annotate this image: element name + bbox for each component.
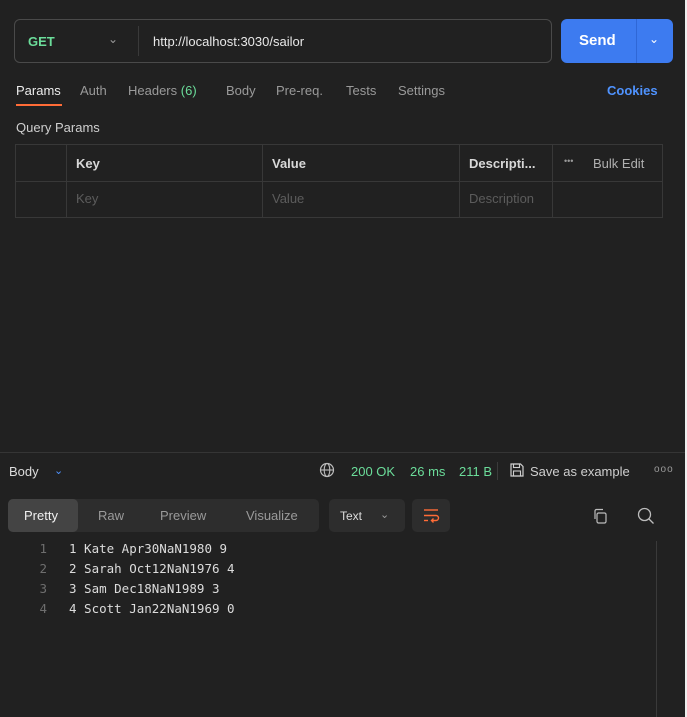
table-row-divider: [16, 181, 662, 182]
query-params-table: Key Value Descripti... ••• Bulk Edit Key…: [15, 144, 663, 218]
header-key: Key: [76, 156, 100, 171]
search-icon[interactable]: [636, 506, 656, 526]
tab-headers[interactable]: Headers (6): [128, 83, 197, 98]
tab-params[interactable]: Params: [16, 83, 61, 98]
tab-pre-request[interactable]: Pre-req.: [276, 83, 323, 98]
header-value: Value: [272, 156, 306, 171]
table-col-divider: [262, 145, 263, 217]
chevron-down-icon[interactable]: ⌄: [108, 32, 118, 46]
response-body-editor[interactable]: 1 1 Kate Apr30NaN1980 9 2 2 Sarah Oct12N…: [0, 541, 656, 621]
chevron-down-icon[interactable]: ⌄: [54, 464, 63, 477]
copy-icon[interactable]: [591, 507, 609, 525]
chevron-down-icon[interactable]: ⌄: [649, 32, 659, 46]
line-number: 4: [39, 601, 47, 616]
format-label: Text: [340, 509, 363, 523]
tab-settings[interactable]: Settings: [398, 83, 445, 98]
save-icon[interactable]: [509, 462, 525, 478]
line-number: 3: [39, 581, 47, 596]
value-input[interactable]: Value: [272, 191, 304, 206]
line-number: 2: [39, 561, 47, 576]
postman-request-window: GET ⌄ http://localhost:3030/sailor Send …: [0, 0, 687, 717]
code-line: 4 4 Scott Jan22NaN1969 0: [0, 601, 656, 621]
url-divider: [138, 26, 139, 56]
code-line: 3 3 Sam Dec18NaN1989 3: [0, 581, 656, 601]
url-input[interactable]: http://localhost:3030/sailor: [153, 34, 304, 49]
send-divider: [636, 19, 637, 63]
wrap-lines-icon: [424, 509, 440, 523]
table-col-divider: [459, 145, 460, 217]
tab-tests[interactable]: Tests: [346, 83, 376, 98]
view-tab-raw[interactable]: Raw: [98, 508, 124, 523]
line-text: 1 Kate Apr30NaN1980 9: [69, 541, 228, 556]
save-as-example-button[interactable]: Save as example: [530, 464, 630, 479]
active-tab-indicator: [16, 104, 62, 106]
globe-icon[interactable]: [319, 462, 335, 478]
status-code[interactable]: 200 OK: [351, 464, 395, 479]
table-col-divider: [552, 145, 553, 217]
send-label[interactable]: Send: [579, 32, 616, 49]
format-select[interactable]: Text ⌄: [329, 499, 405, 532]
table-col-divider: [66, 145, 67, 217]
response-size[interactable]: 211 B: [459, 464, 492, 479]
tab-headers-label: Headers: [128, 83, 178, 98]
bulk-edit-button[interactable]: Bulk Edit: [593, 156, 644, 171]
scrollbar[interactable]: [656, 541, 657, 717]
chevron-down-icon: ⌄: [380, 509, 390, 521]
description-input[interactable]: Description: [469, 191, 534, 206]
headers-count: (6): [180, 83, 197, 98]
code-line: 1 1 Kate Apr30NaN1980 9: [0, 541, 656, 561]
method-select[interactable]: GET: [28, 34, 55, 49]
line-number: 1: [39, 541, 47, 556]
url-bar: GET ⌄ http://localhost:3030/sailor: [14, 19, 552, 63]
response-body-label[interactable]: Body: [9, 464, 39, 479]
view-tab-visualize[interactable]: Visualize: [246, 508, 298, 523]
query-params-title: Query Params: [16, 120, 100, 135]
more-icon[interactable]: •••: [564, 156, 573, 166]
header-description: Descripti...: [469, 156, 536, 171]
line-text: 3 Sam Dec18NaN1989 3: [69, 581, 220, 596]
tab-body[interactable]: Body: [226, 83, 256, 98]
cookies-link[interactable]: Cookies: [607, 83, 658, 98]
key-input[interactable]: Key: [76, 191, 98, 206]
response-view-tabs: Pretty Raw Preview Visualize: [8, 499, 319, 532]
send-button[interactable]: Send ⌄: [561, 19, 673, 63]
line-text: 4 Scott Jan22NaN1969 0: [69, 601, 235, 616]
response-time[interactable]: 26 ms: [410, 464, 445, 479]
view-tab-preview[interactable]: Preview: [160, 508, 206, 523]
wrap-lines-button[interactable]: [412, 499, 450, 532]
tab-auth[interactable]: Auth: [80, 83, 107, 98]
more-icon[interactable]: ooo: [654, 464, 674, 475]
view-tab-pretty[interactable]: Pretty: [24, 508, 58, 523]
pane-divider[interactable]: [0, 452, 685, 453]
code-line: 2 2 Sarah Oct12NaN1976 4: [0, 561, 656, 581]
line-text: 2 Sarah Oct12NaN1976 4: [69, 561, 235, 576]
status-divider: [497, 462, 498, 480]
